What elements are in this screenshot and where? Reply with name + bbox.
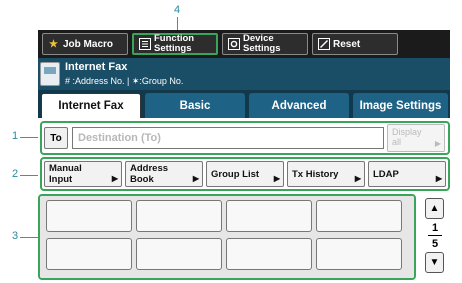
display-all-label-1: Display [392, 127, 422, 137]
onetouch-button[interactable] [316, 238, 402, 270]
group-list-label: Group List [211, 168, 260, 180]
triangle-down-icon: ▼ [429, 257, 440, 268]
triangle-right-icon: ▶ [192, 174, 199, 183]
display-all-button[interactable]: Display all ▶ [387, 124, 445, 152]
total-pages: 5 [431, 238, 439, 250]
display-all-label-2: all [392, 137, 402, 147]
triangle-up-icon: ▲ [429, 203, 440, 214]
onetouch-button[interactable] [226, 238, 312, 270]
tab-basic[interactable]: Basic [145, 93, 245, 118]
page-title: Internet Fax [65, 61, 128, 73]
callout-2: 2 [12, 168, 19, 180]
triangle-right-icon: ▶ [273, 174, 280, 183]
list-icon [138, 38, 151, 51]
triangle-right-icon: ▶ [354, 174, 361, 183]
tab-image-settings[interactable]: Image Settings [353, 93, 448, 118]
top-bar: ★ Job Macro Function Settings Device Setti… [38, 30, 450, 58]
callout-1: 1 [12, 130, 19, 142]
onetouch-button[interactable] [136, 238, 222, 270]
triangle-right-icon: ▶ [435, 174, 442, 183]
tab-bar: Internet Fax Basic Advanced Image Settin… [38, 90, 450, 118]
triangle-right-icon: ▶ [111, 174, 118, 183]
function-settings-button[interactable]: Function Settings [132, 33, 218, 55]
current-page: 1 [431, 222, 439, 234]
onetouch-button[interactable] [316, 200, 402, 232]
device-settings-label: Device Settings [243, 33, 281, 54]
ldap-label: LDAP [373, 168, 399, 180]
fax-icon [40, 62, 60, 86]
page-subtitle: # :Address No. | ✶:Group No. [65, 76, 184, 86]
onetouch-button[interactable] [226, 200, 312, 232]
onetouch-button[interactable] [136, 200, 222, 232]
function-settings-label: Function Settings [154, 33, 195, 54]
address-book-button[interactable]: Address Book ▶ [125, 161, 203, 187]
job-macro-label: Job Macro [63, 38, 114, 50]
manual-input-label: Manual Input [49, 163, 82, 185]
ldap-button[interactable]: LDAP ▶ [368, 161, 446, 187]
reset-icon [317, 38, 330, 51]
device-settings-button[interactable]: Device Settings [222, 33, 308, 55]
callout-4: 4 [174, 4, 181, 16]
tx-history-label: Tx History [292, 168, 339, 180]
tab-internet-fax[interactable]: Internet Fax [41, 93, 141, 118]
star-icon: ★ [49, 38, 58, 50]
onetouch-button[interactable] [46, 238, 132, 270]
group-list-button[interactable]: Group List ▶ [206, 161, 284, 187]
scroll-down-button[interactable]: ▼ [425, 252, 444, 273]
callout-1-line [20, 137, 40, 138]
callout-2-line [20, 175, 40, 176]
address-book-label: Address Book [130, 163, 169, 185]
onetouch-grid [40, 196, 414, 278]
mode-header: Internet Fax # :Address No. | ✶:Group No… [38, 58, 450, 90]
page-divider [428, 235, 442, 236]
reset-button[interactable]: Reset [312, 33, 398, 55]
job-macro-button[interactable]: ★ Job Macro [42, 33, 128, 55]
onetouch-button[interactable] [46, 200, 132, 232]
manual-input-button[interactable]: Manual Input ▶ [44, 161, 122, 187]
reset-label: Reset [333, 38, 361, 50]
callout-3: 3 [12, 230, 19, 242]
destination-field[interactable]: Destination (To) [72, 127, 384, 149]
scroll-up-button[interactable]: ▲ [425, 198, 444, 219]
callout-4-line [177, 17, 178, 31]
tab-advanced[interactable]: Advanced [249, 93, 349, 118]
callout-3-line [20, 237, 38, 238]
triangle-right-icon: ▶ [434, 139, 441, 148]
gear-icon [227, 38, 240, 51]
tx-history-button[interactable]: Tx History ▶ [287, 161, 365, 187]
to-button[interactable]: To [44, 127, 68, 149]
